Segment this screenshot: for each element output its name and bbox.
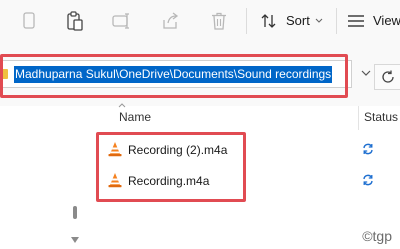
watermark: ©tgp — [362, 228, 392, 244]
rename-button[interactable] — [111, 9, 133, 33]
chevron-down-icon[interactable] — [315, 18, 323, 24]
column-header-status[interactable]: Status — [364, 110, 398, 124]
share-button[interactable] — [160, 9, 182, 33]
refresh-button[interactable] — [374, 64, 400, 90]
sync-icon — [363, 143, 373, 155]
share-icon — [163, 12, 179, 29]
view-icon — [348, 15, 364, 27]
copy-icon — [23, 12, 35, 29]
rename-icon — [112, 13, 129, 29]
paste-button[interactable] — [64, 9, 86, 33]
view-icon-wrap[interactable] — [345, 9, 367, 33]
scrollbar-thumb[interactable] — [73, 206, 77, 219]
scroll-down-arrow-icon[interactable] — [71, 237, 79, 243]
refresh-icon — [381, 70, 394, 83]
column-header-name[interactable]: Name — [119, 110, 151, 124]
sort-icon — [261, 14, 276, 28]
chevron-down-icon[interactable] — [361, 70, 371, 77]
sort-icon-wrap[interactable] — [258, 9, 280, 33]
column-header-row: Name Status — [90, 106, 400, 130]
command-bar: Sort View — [0, 0, 400, 44]
toolbar-separator — [336, 8, 337, 34]
paste-icon — [67, 11, 83, 31]
address-highlight-box — [0, 54, 348, 98]
delete-icon — [212, 12, 226, 30]
sync-icon — [363, 174, 373, 186]
column-separator[interactable] — [358, 106, 359, 130]
navigation-pane — [0, 106, 90, 249]
sort-button-label[interactable]: Sort — [286, 13, 310, 28]
copy-button[interactable] — [18, 9, 40, 33]
delete-button[interactable] — [208, 9, 230, 33]
view-button-label[interactable]: View — [373, 13, 400, 28]
toolbar-separator — [246, 8, 247, 34]
files-highlight-box — [96, 132, 246, 202]
